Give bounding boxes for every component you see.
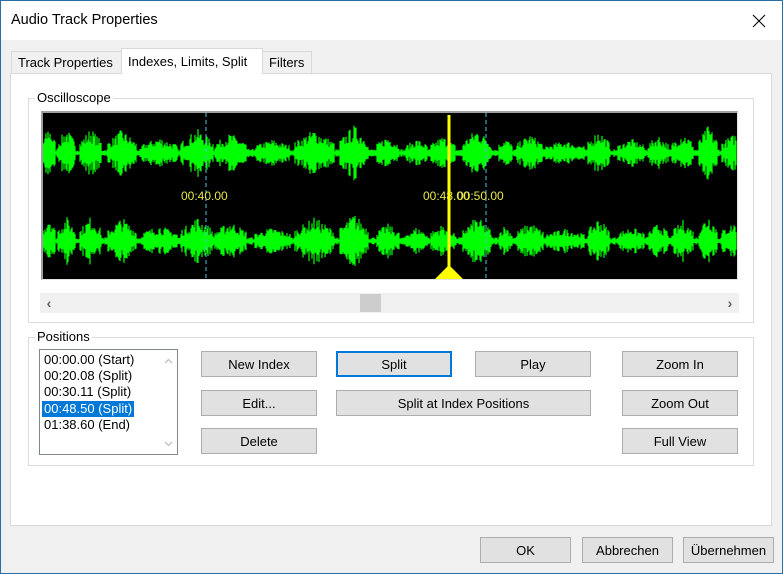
ok-button[interactable]: OK (480, 537, 571, 563)
list-item-text: 00:30.11 (Split) (44, 384, 132, 399)
chevron-up-icon (164, 358, 172, 363)
waveform-canvas: 00:40.00 00:48.0000:50.00 (43, 113, 737, 279)
scrollbar-thumb[interactable] (359, 294, 381, 312)
time-label: 00:40.00 (181, 189, 228, 203)
play-button[interactable]: Play (475, 351, 591, 377)
zoom-in-button[interactable]: Zoom In (622, 351, 738, 377)
button-label: Split at Index Positions (397, 395, 530, 411)
button-label: New Index (228, 356, 290, 372)
vertical-scrollbar[interactable] (159, 350, 177, 454)
list-item[interactable]: 00:00.00 (Start) (42, 352, 136, 368)
chevron-down-icon (164, 441, 172, 446)
apply-button[interactable]: Übernehmen (683, 537, 774, 563)
oscilloscope-label: Oscilloscope (35, 90, 113, 105)
tab-indexes-limits-split[interactable]: Indexes, Limits, Split (121, 48, 263, 74)
close-button[interactable] (736, 1, 782, 40)
split-at-index-positions-button[interactable]: Split at Index Positions (336, 390, 591, 416)
time-label: 00:50.00 (457, 189, 504, 203)
edit-button[interactable]: Edit... (201, 390, 317, 416)
scroll-down-button[interactable] (159, 435, 177, 452)
delete-button[interactable]: Delete (201, 428, 317, 454)
list-item[interactable]: 01:38.60 (End) (42, 417, 132, 433)
close-icon (752, 14, 766, 27)
list-item-text: 00:20.08 (Split) (44, 368, 133, 383)
split-button[interactable]: Split (336, 351, 452, 377)
tab-label: Filters (269, 55, 305, 70)
button-label: Übernehmen (690, 542, 767, 558)
title-bar: Audio Track Properties (1, 1, 782, 40)
button-label: Zoom In (656, 356, 704, 372)
positions-label: Positions (35, 329, 92, 344)
list-item-text: 00:48.50 (Split) (44, 401, 133, 416)
tab-track-properties[interactable]: Track Properties (11, 51, 122, 73)
list-item-text: 01:38.60 (End) (44, 417, 131, 432)
button-label: Play (520, 356, 546, 372)
playback-cursor-handle (435, 265, 463, 279)
tab-label: Indexes, Limits, Split (128, 54, 248, 69)
list-item[interactable]: 00:20.08 (Split) (42, 368, 134, 384)
scroll-up-button[interactable] (159, 352, 177, 369)
button-label: Split (381, 356, 407, 372)
new-index-button[interactable]: New Index (201, 351, 317, 377)
button-label: Delete (240, 433, 278, 449)
horizontal-scrollbar[interactable]: ‹ › (40, 293, 739, 313)
tab-label: Track Properties (18, 55, 113, 70)
button-label: Edit... (242, 395, 276, 411)
tab-filters[interactable]: Filters (262, 51, 312, 73)
window-title: Audio Track Properties (11, 12, 158, 28)
chevron-left-icon: ‹ (46, 295, 52, 311)
positions-listbox[interactable]: 00:00.00 (Start) 00:20.08 (Split) 00:30.… (39, 349, 178, 455)
waveform-channel-right (43, 216, 737, 266)
full-view-button[interactable]: Full View (622, 428, 738, 454)
scroll-right-button[interactable]: › (721, 293, 739, 313)
zoom-out-button[interactable]: Zoom Out (622, 390, 738, 416)
button-label: OK (516, 542, 535, 558)
button-label: Zoom Out (651, 395, 709, 411)
chevron-right-icon: › (727, 295, 733, 311)
list-item[interactable]: 00:30.11 (Split) (42, 384, 133, 400)
cancel-button[interactable]: Abbrechen (582, 537, 673, 563)
list-item-selected[interactable]: 00:48.50 (Split) (42, 401, 135, 417)
oscilloscope-display[interactable]: 00:40.00 00:48.00 00:50.00 (41, 111, 738, 280)
button-label: Full View (653, 433, 707, 449)
scroll-left-button[interactable]: ‹ (40, 293, 58, 313)
list-item-text: 00:00.00 (Start) (44, 352, 135, 367)
button-label: Abbrechen (596, 542, 659, 558)
waveform-channel-left (43, 125, 737, 181)
